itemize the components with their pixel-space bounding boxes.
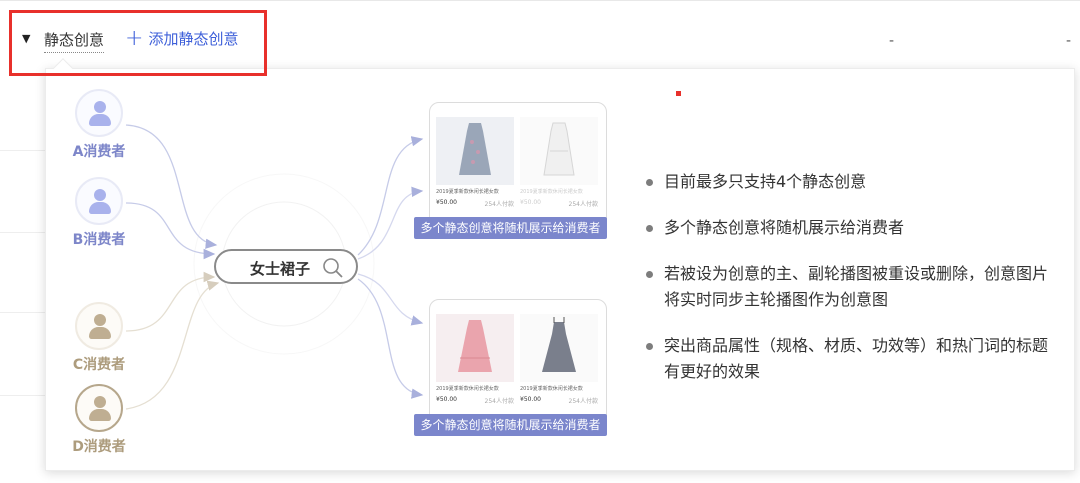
collapse-caret-icon[interactable]: ▼ [22, 32, 30, 45]
consumer-d: D消费者 [54, 384, 144, 456]
consumer-a: A消费者 [54, 89, 144, 161]
product-title: 2019夏季新款休闲长裙女款 [520, 189, 583, 195]
search-keyword-pill: 女士裙子 [214, 249, 358, 284]
product-price: ¥50.00 [520, 396, 541, 403]
flow-line-out-1 [357, 136, 424, 256]
product-sales: 254人付款 [484, 398, 514, 405]
tip-text: 目前最多只支持4个静态创意 [664, 172, 867, 191]
user-avatar-icon [75, 89, 123, 137]
product-sales: 254人付款 [568, 201, 598, 208]
card-banner-2: 多个静态创意将随机展示给消费者 [414, 414, 607, 436]
consumer-b: B消费者 [54, 177, 144, 249]
search-icon [322, 257, 344, 283]
tip-text: 若被设为创意的主、副轮播图被重设或删除，创意图片将实时同步主轮播图作为创意图 [664, 264, 1049, 309]
product-tile: 2019夏季新款休闲长裙女款 ¥50.00 254人付款 [436, 117, 514, 208]
tip-text: 突出商品属性（规格、材质、功效等）和热门词的标题有更好的效果 [664, 336, 1049, 381]
product-price: ¥50.00 [436, 199, 457, 206]
creative-header-row: ▼ 静态创意 + 添加静态创意 - - [0, 0, 1080, 66]
table-divider [0, 232, 45, 233]
user-avatar-icon [75, 302, 123, 350]
product-price: ¥50.00 [436, 396, 457, 403]
card-banner-1: 多个静态创意将随机展示给消费者 [414, 217, 607, 239]
column-value-1: - [889, 33, 895, 49]
tip-item: 目前最多只支持4个静态创意 [646, 169, 1056, 195]
product-tile: 2019夏季新款休闲长裙女款 ¥50.00 254人付款 [436, 314, 514, 405]
tips-list: 目前最多只支持4个静态创意 多个静态创意将随机展示给消费者 若被设为创意的主、副… [646, 169, 1056, 405]
product-title: 2019夏季新款休闲长裙女款 [436, 386, 499, 392]
product-title: 2019夏季新款休闲长裙女款 [436, 189, 499, 195]
add-static-creative-link[interactable]: + 添加静态创意 [125, 25, 239, 51]
product-title: 2019夏季新款休闲长裙女款 [520, 386, 583, 392]
consumer-label: C消费者 [72, 357, 126, 373]
static-creative-popover: A消费者 B消费者 C消费者 D消费者 女士裙子 2019夏季新款休闲长裙女款 … [45, 68, 1075, 471]
product-tile: 2019夏季新款休闲长裙女款 ¥50.00 254人付款 [520, 117, 598, 208]
search-keyword: 女士裙子 [250, 260, 311, 278]
bullet-icon [646, 179, 653, 186]
bullet-icon [646, 343, 653, 350]
creative-card-1: 2019夏季新款休闲长裙女款 ¥50.00 254人付款 2019夏季新款休闲长裙… [429, 102, 607, 235]
product-sales: 254人付款 [484, 201, 514, 208]
dress-image [436, 314, 514, 382]
consumer-label: B消费者 [72, 232, 126, 248]
consumer-c: C消费者 [54, 302, 144, 374]
dress-image [520, 314, 598, 382]
bullet-icon [646, 225, 653, 232]
table-divider [0, 150, 45, 151]
column-value-2: - [1066, 33, 1072, 49]
table-divider [0, 312, 45, 313]
consumer-label: D消费者 [72, 439, 126, 455]
tip-item: 若被设为创意的主、副轮播图被重设或删除，创意图片将实时同步主轮播图作为创意图 [646, 261, 1056, 313]
tip-text: 多个静态创意将随机展示给消费者 [664, 218, 905, 237]
user-avatar-icon [75, 177, 123, 225]
flow-line-out-2 [357, 186, 424, 260]
tip-item: 突出商品属性（规格、材质、功效等）和热门词的标题有更好的效果 [646, 333, 1056, 385]
dress-image [436, 117, 514, 185]
red-marker [676, 91, 681, 96]
bullet-icon [646, 271, 653, 278]
product-price: ¥50.00 [520, 199, 541, 206]
product-sales: 254人付款 [568, 398, 598, 405]
consumer-label: A消费者 [72, 144, 126, 160]
creative-card-2: 2019夏季新款休闲长裙女款 ¥50.00 254人付款 2019夏季新款休闲长裙… [429, 299, 607, 432]
plus-icon: + [125, 25, 144, 51]
user-avatar-icon [75, 384, 123, 432]
tip-item: 多个静态创意将随机展示给消费者 [646, 215, 1056, 241]
add-static-creative-text: 添加静态创意 [148, 30, 239, 48]
static-creative-label[interactable]: 静态创意 [44, 30, 105, 53]
product-tile: 2019夏季新款休闲长裙女款 ¥50.00 254人付款 [520, 314, 598, 405]
dress-image [520, 117, 598, 185]
table-divider [0, 395, 45, 396]
